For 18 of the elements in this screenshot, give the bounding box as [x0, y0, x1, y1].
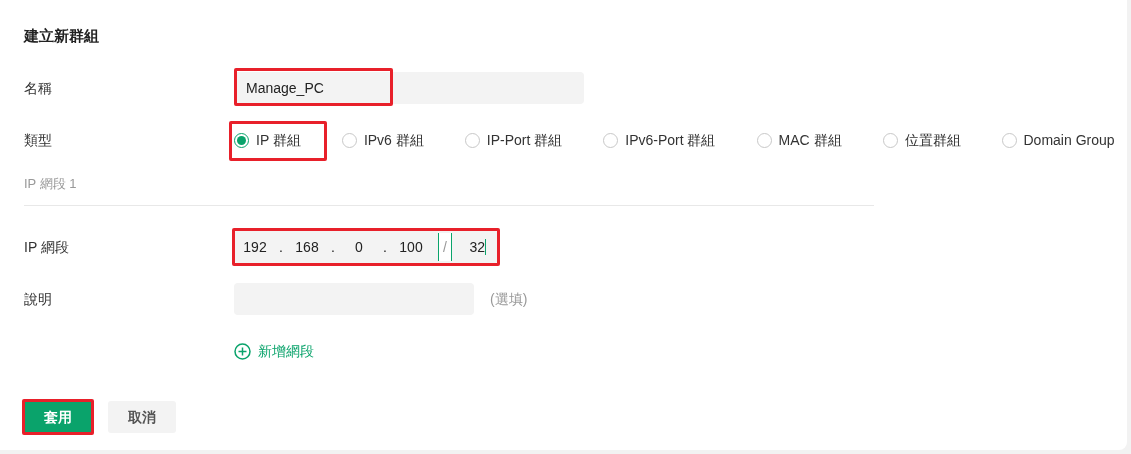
name-field[interactable]: Manage_PC [234, 72, 584, 104]
field-label: 說明 [24, 289, 53, 309]
radio-option[interactable]: IPv6-Port 群組 [603, 129, 716, 151]
cancel-button[interactable]: 取消 [108, 401, 176, 433]
radio-option[interactable]: 位置群組 [882, 129, 961, 151]
radio-option[interactable]: IP-Port 群組 [464, 129, 563, 151]
radio-option[interactable]: IP 群組 [234, 129, 301, 151]
field-label: 名稱 [24, 78, 53, 98]
field-label: 類型 [24, 130, 53, 150]
ip-range-field[interactable]: 192 . 168 . 0 . 100 / 32 [234, 231, 498, 263]
section-heading: IP 網段 1 [24, 176, 77, 191]
radio-option[interactable]: IPv6 群組 [341, 129, 424, 151]
plus-circle-icon [234, 342, 251, 360]
radio-option[interactable]: MAC 群組 [756, 129, 842, 151]
optional-hint: (選填) [490, 289, 528, 309]
radio-option[interactable]: Domain Group [1001, 129, 1115, 151]
form-title: 建立新群組 [24, 26, 100, 46]
field-label: IP 網段 [24, 237, 70, 257]
